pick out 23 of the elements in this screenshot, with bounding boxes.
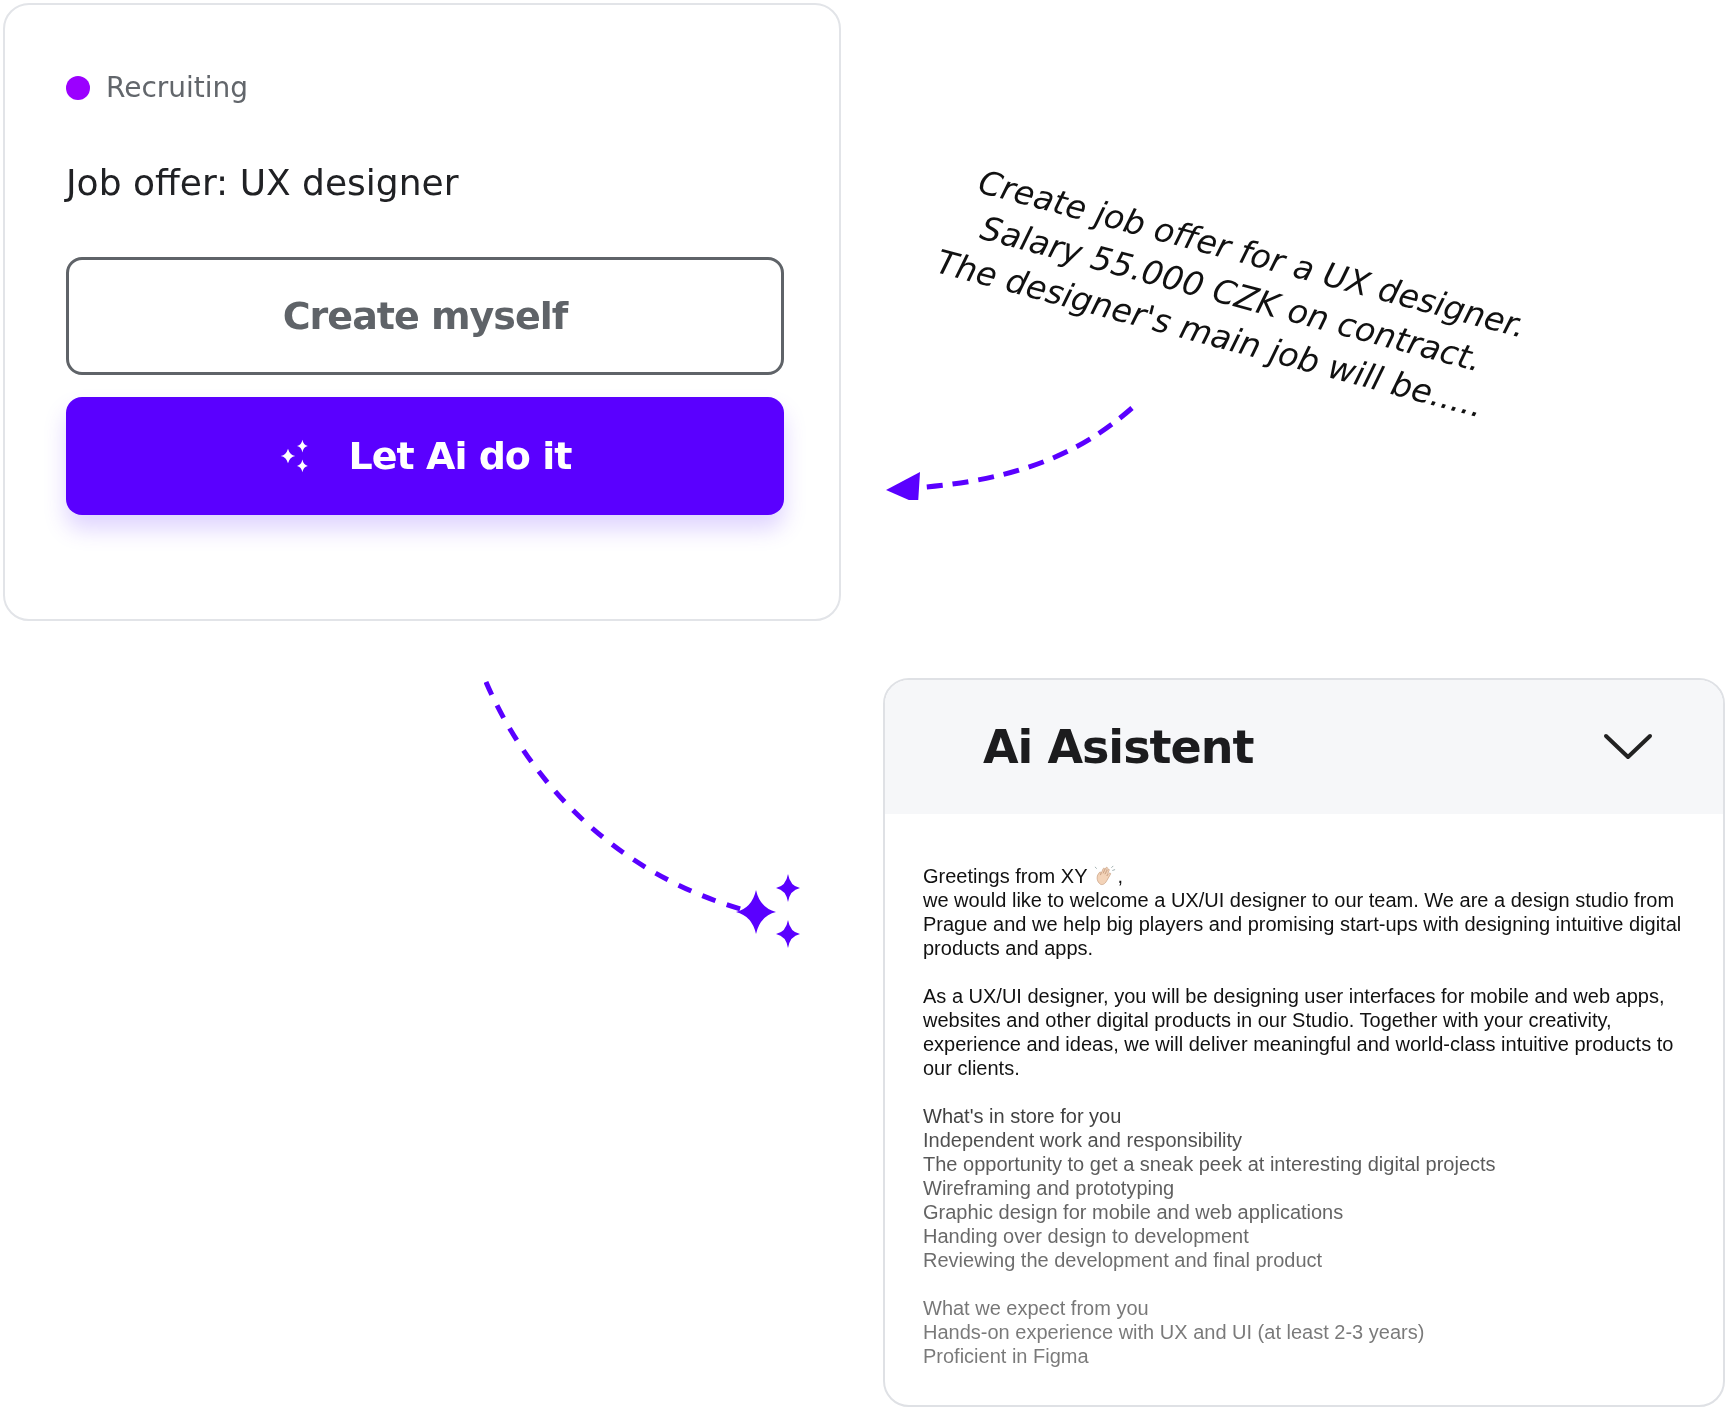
panel-title: Ai Asistent: [983, 720, 1254, 774]
list-item: Wireframing and prototyping: [923, 1176, 1176, 1200]
panel-header[interactable]: Ai Asistent: [885, 680, 1723, 814]
greeting-text: Greetings from XY: [923, 864, 1088, 888]
section-heading: What we expect from you: [923, 1296, 1150, 1320]
waving-hand-icon: [1092, 865, 1117, 887]
list-item: Graphic design for mobile and web applications: [923, 1200, 1345, 1224]
body-paragraph: we would like to welcome a UX/UI designer to our team. We are a design studio from Prague and we help big players and promising start-ups with designing intuitive digital products and apps.: [923, 888, 1683, 960]
list-item: Handing over design to development: [923, 1224, 1250, 1248]
create-myself-button[interactable]: Create myself: [66, 257, 784, 375]
list-item: The opportunity to get a sneak peek at interesting digital projects: [923, 1152, 1497, 1176]
section-heading: What's in store for you: [923, 1104, 1123, 1128]
status-label: Recruiting: [106, 71, 249, 104]
body-paragraph: As a UX/UI designer, you will be designing user interfaces for mobile and web apps, websites and other digital products in our Studio. Together with your creativity, experience and ideas, we will deliver meaningful and world-class intuitive products to our clients.: [923, 984, 1675, 1080]
list-item: Independent work and responsibility: [923, 1128, 1244, 1152]
chevron-icon[interactable]: [1603, 732, 1653, 762]
sparkle-icon: [736, 874, 800, 948]
list-item: Reviewing the development and final product: [923, 1248, 1324, 1272]
list-item: Hands-on experience with UX and UI (at least 2-3 years): [923, 1320, 1426, 1344]
list-item: Proficient in Figma: [923, 1344, 1090, 1368]
job-title: Job offer: UX designer: [66, 162, 460, 203]
greeting-comma: ,: [1117, 864, 1124, 888]
ai-generate-button[interactable]: Let Ai do it: [66, 397, 784, 515]
